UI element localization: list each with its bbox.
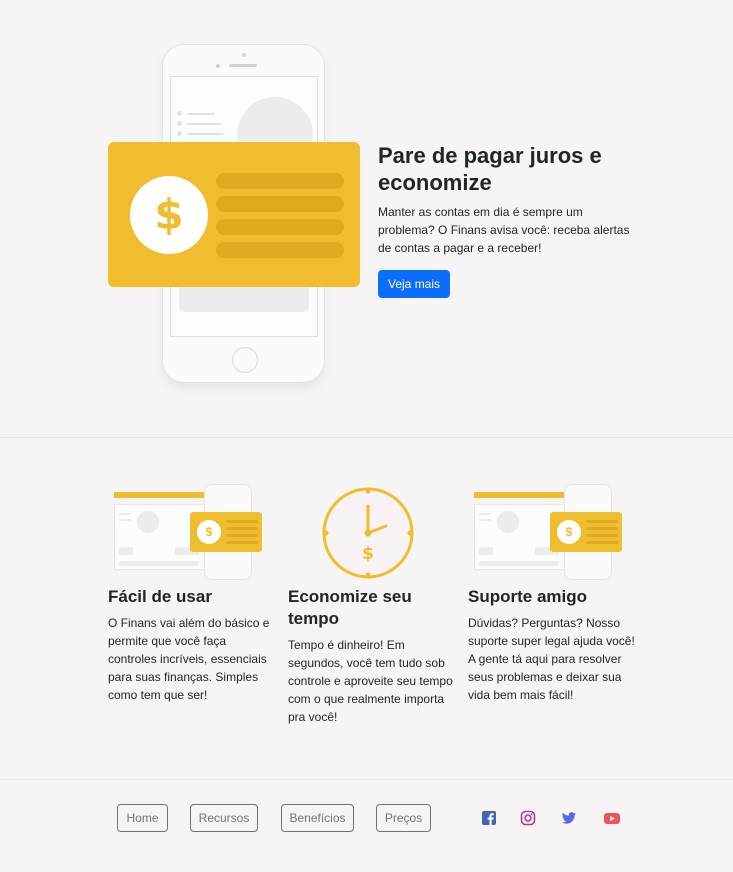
app-screens-illustration: $ [468, 482, 638, 582]
nav-home-button[interactable]: Home [117, 804, 168, 832]
feature-description: O Finans vai além do básico e permite qu… [108, 616, 270, 702]
feature-description: Tempo é dinheiro! Em segundos, você tem … [288, 638, 453, 724]
feature-title: Economize seu tempo [288, 587, 412, 628]
section-divider [0, 437, 733, 438]
feature-description: Dúvidas? Perguntas? Nosso suporte super … [468, 616, 635, 702]
feature-easy-to-use: $ Fácil de usar O Finans vai além do bás… [108, 482, 278, 704]
nav-beneficios-button[interactable]: Benefícios [281, 804, 354, 832]
clock-dollar-symbol: $ [362, 544, 374, 564]
payment-card-illustration: $ [108, 142, 360, 287]
footer-divider [0, 779, 733, 780]
dollar-coin-icon: $ [130, 176, 208, 254]
nav-precos-button[interactable]: Preços [376, 804, 431, 832]
feature-title: Suporte amigo [468, 587, 588, 606]
twitter-icon[interactable] [561, 810, 577, 826]
youtube-icon[interactable] [603, 810, 620, 826]
facebook-icon[interactable] [481, 810, 497, 826]
clock-icon: $ [288, 482, 458, 582]
hero-text: Pare de pagar juros e economize Manter a… [378, 142, 638, 298]
feature-friendly-support: $ Suporte amigo Dúvidas? Perguntas? Noss… [468, 482, 638, 704]
hero-section: $ Pare de pagar juros e economize Manter… [0, 0, 733, 438]
veja-mais-button[interactable]: Veja mais [378, 270, 451, 298]
app-screens-illustration: $ [108, 482, 278, 582]
feature-save-time: $ Economize seu tempo Tempo é dinheiro! … [288, 482, 458, 726]
nav-recursos-button[interactable]: Recursos [190, 804, 258, 832]
hero-title: Pare de pagar juros e economize [378, 143, 602, 195]
feature-title: Fácil de usar [108, 587, 212, 606]
hero-description: Manter as contas em dia é sempre um prob… [378, 205, 630, 255]
instagram-icon[interactable] [520, 810, 536, 826]
